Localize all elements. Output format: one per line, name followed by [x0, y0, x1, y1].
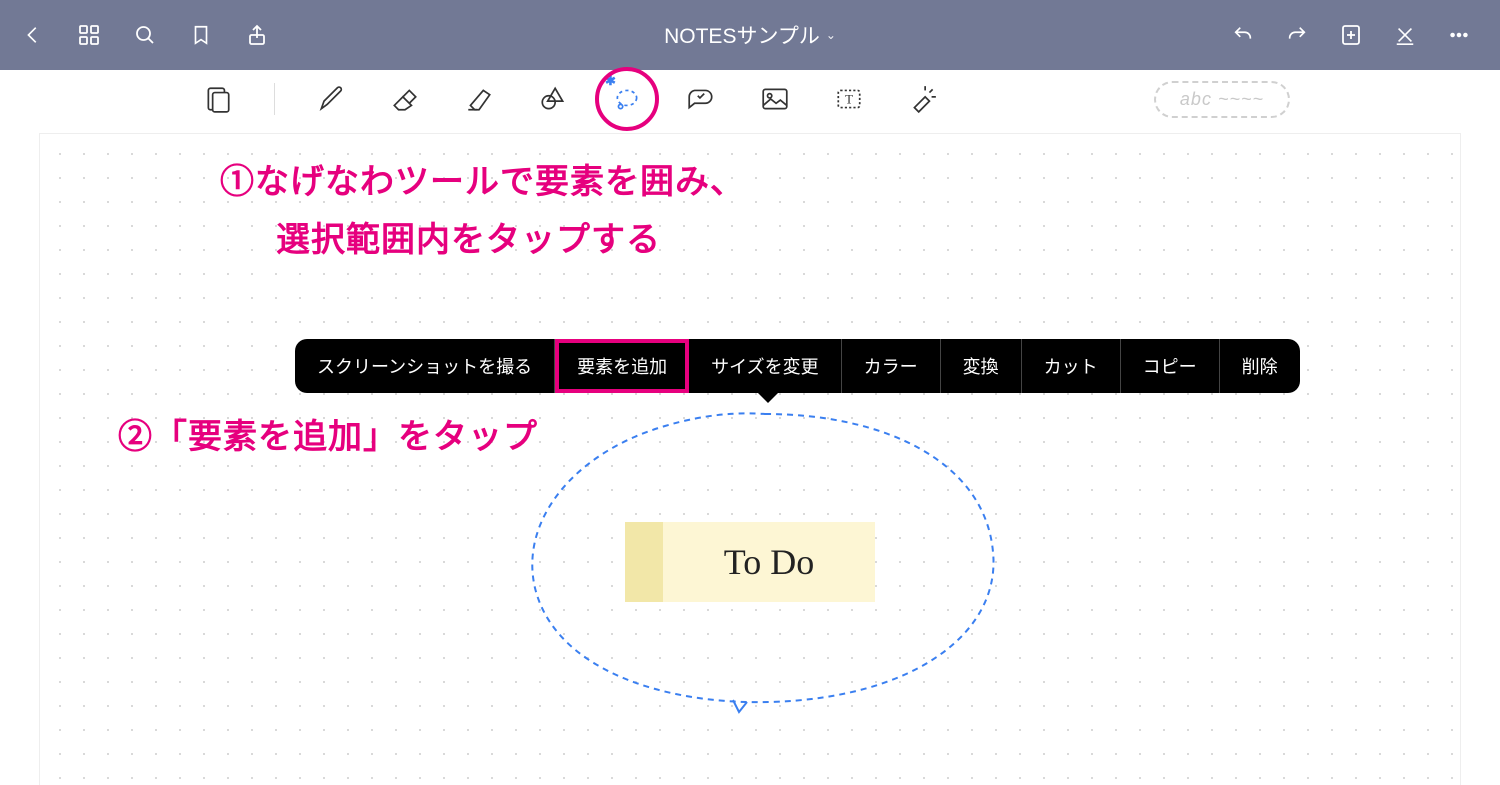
app-top-bar: NOTESサンプル ⌄ — [0, 0, 1500, 70]
instruction-step-1-line2: 選択範囲内をタップする — [276, 212, 745, 270]
bookmark-icon[interactable] — [188, 22, 214, 48]
topbar-left-group — [0, 22, 270, 48]
read-mode-tool-icon[interactable] — [200, 81, 236, 117]
favorites-placeholder-text: abc ~~~~ — [1180, 89, 1264, 109]
instruction-step-1-line1: ①なげなわツールで要素を囲み、 — [220, 163, 745, 201]
share-icon[interactable] — [244, 22, 270, 48]
instruction-step-2: ②「要素を追加」をタップ — [118, 409, 538, 458]
bluetooth-indicator-icon: ✱ — [605, 73, 616, 89]
tool-divider — [274, 83, 275, 115]
ctx-item-delete[interactable]: 削除 — [1220, 339, 1300, 393]
ctx-item-add-element[interactable]: 要素を追加 — [555, 339, 689, 393]
svg-text:T: T — [845, 92, 853, 106]
canvas-viewport: ①なげなわツールで要素を囲み、 選択範囲内をタップする スクリーンショットを撮る… — [0, 128, 1500, 785]
instruction-step-2-text: ②「要素を追加」をタップ — [118, 418, 538, 456]
context-menu: スクリーンショットを撮る 要素を追加 サイズを変更 カラー 変換 カット コピー… — [295, 339, 1300, 393]
ctx-item-copy[interactable]: コピー — [1121, 339, 1220, 393]
document-title-text: NOTESサンプル — [664, 20, 820, 50]
ctx-item-cut[interactable]: カット — [1022, 339, 1121, 393]
back-icon[interactable] — [20, 22, 46, 48]
more-icon[interactable] — [1446, 22, 1472, 48]
undo-icon[interactable] — [1230, 22, 1256, 48]
text-tool-icon[interactable]: T — [831, 81, 867, 117]
redo-icon[interactable] — [1284, 22, 1310, 48]
document-title[interactable]: NOTESサンプル ⌄ — [664, 20, 836, 50]
sticky-note-tab — [625, 522, 663, 602]
thumbnails-icon[interactable] — [76, 22, 102, 48]
instruction-step-1: ①なげなわツールで要素を囲み、 選択範囲内をタップする — [220, 154, 745, 270]
lasso-tool-icon[interactable]: ✱ — [609, 81, 645, 117]
sticky-note-body: To Do — [663, 522, 875, 602]
chevron-down-icon: ⌄ — [826, 28, 836, 42]
ctx-item-color[interactable]: カラー — [842, 339, 941, 393]
pen-tool-icon[interactable] — [313, 81, 349, 117]
highlighter-tool-icon[interactable] — [461, 81, 497, 117]
laser-pointer-tool-icon[interactable] — [905, 81, 941, 117]
eraser-tool-icon[interactable] — [387, 81, 423, 117]
topbar-right-group — [1230, 22, 1500, 48]
shapes-tool-icon[interactable] — [535, 81, 571, 117]
ctx-item-convert[interactable]: 変換 — [941, 339, 1022, 393]
search-icon[interactable] — [132, 22, 158, 48]
favorites-bar-placeholder[interactable]: abc ~~~~ — [1154, 81, 1290, 118]
close-toolbar-icon[interactable] — [1392, 22, 1418, 48]
elements-tool-icon[interactable] — [683, 81, 719, 117]
ctx-item-screenshot[interactable]: スクリーンショットを撮る — [295, 339, 555, 393]
sticky-note[interactable]: To Do — [625, 522, 875, 602]
sticky-note-text: To Do — [724, 541, 814, 583]
note-page[interactable]: ①なげなわツールで要素を囲み、 選択範囲内をタップする スクリーンショットを撮る… — [40, 134, 1460, 785]
tool-strip: ✱ T abc ~~~~ — [0, 70, 1500, 128]
add-page-icon[interactable] — [1338, 22, 1364, 48]
image-tool-icon[interactable] — [757, 81, 793, 117]
ctx-item-resize[interactable]: サイズを変更 — [689, 339, 841, 393]
